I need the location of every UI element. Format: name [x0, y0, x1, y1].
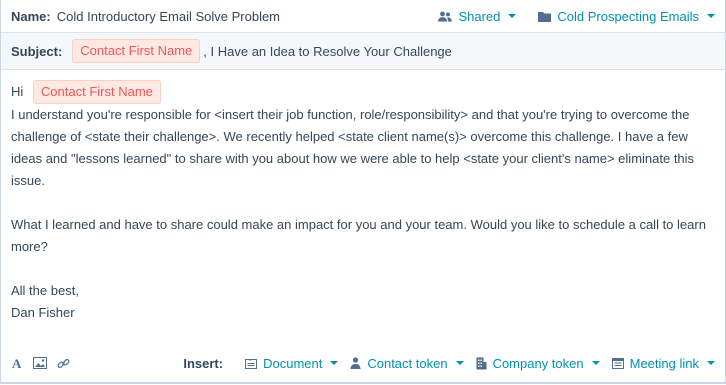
email-template-editor: Name: Cold Introductory Email Solve Prob… — [0, 0, 726, 384]
person-icon — [350, 357, 361, 369]
chevron-down-icon — [707, 361, 715, 365]
meeting-link-label: Meeting link — [629, 355, 699, 371]
insert-company-token-button[interactable]: Company token — [476, 356, 600, 371]
users-icon — [438, 11, 453, 22]
chevron-down-icon — [508, 14, 517, 18]
document-label: Document — [263, 355, 323, 371]
insert-document-button[interactable]: Document — [245, 355, 339, 371]
shared-label: Shared — [458, 8, 501, 24]
insert-label: Insert: — [183, 355, 224, 371]
divider — [1, 382, 725, 383]
contact-first-name-token[interactable]: Contact First Name — [72, 39, 201, 63]
folder-label: Cold Prospecting Emails — [557, 8, 699, 24]
insert-tools: Insert: Document Contact token Company t… — [183, 356, 715, 371]
link-icon[interactable] — [57, 357, 70, 370]
contact-first-name-token[interactable]: Contact First Name — [32, 80, 161, 104]
shared-dropdown[interactable]: Shared — [438, 8, 517, 24]
building-icon — [476, 357, 487, 370]
document-icon — [245, 358, 258, 369]
chevron-down-icon — [707, 14, 715, 18]
chevron-down-icon — [591, 361, 600, 365]
subject-row[interactable]: Subject: Contact First Name , I Have an … — [1, 33, 725, 70]
insert-meeting-link-button[interactable]: Meeting link — [611, 355, 715, 371]
signature-line: Dan Fisher — [11, 305, 75, 320]
company-token-label: Company token — [492, 355, 584, 371]
chevron-down-icon — [330, 361, 339, 365]
email-body[interactable]: Hi Contact First Name I understand you'r… — [1, 70, 725, 324]
calendar-icon — [611, 357, 624, 369]
image-icon[interactable] — [33, 357, 47, 369]
body-paragraph-1: I understand you're responsible for <ins… — [11, 107, 695, 188]
signoff-line: All the best, — [11, 283, 79, 298]
insert-contact-token-button[interactable]: Contact token — [350, 355, 464, 371]
template-name-value[interactable]: Cold Introductory Email Solve Problem — [57, 9, 417, 24]
subject-text: , I Have an Idea to Resolve Your Challen… — [203, 43, 452, 59]
template-name-row: Name: Cold Introductory Email Solve Prob… — [1, 0, 725, 33]
chevron-down-icon — [455, 361, 464, 365]
contact-token-label: Contact token — [367, 355, 448, 371]
text-format-icon[interactable]: A — [11, 357, 23, 369]
folder-icon — [538, 11, 552, 22]
folder-dropdown[interactable]: Cold Prospecting Emails — [538, 9, 715, 24]
editor-toolbar: A Insert: Document Contact token Company… — [1, 351, 725, 375]
greeting-line: Hi Contact First Name — [11, 80, 715, 104]
format-tools: A — [11, 357, 183, 370]
svg-text:A: A — [12, 357, 22, 369]
greeting-text: Hi — [11, 84, 24, 99]
name-label: Name: — [11, 8, 51, 24]
body-paragraph-2: What I learned and have to share could m… — [11, 217, 706, 254]
subject-label: Subject: — [11, 43, 63, 59]
